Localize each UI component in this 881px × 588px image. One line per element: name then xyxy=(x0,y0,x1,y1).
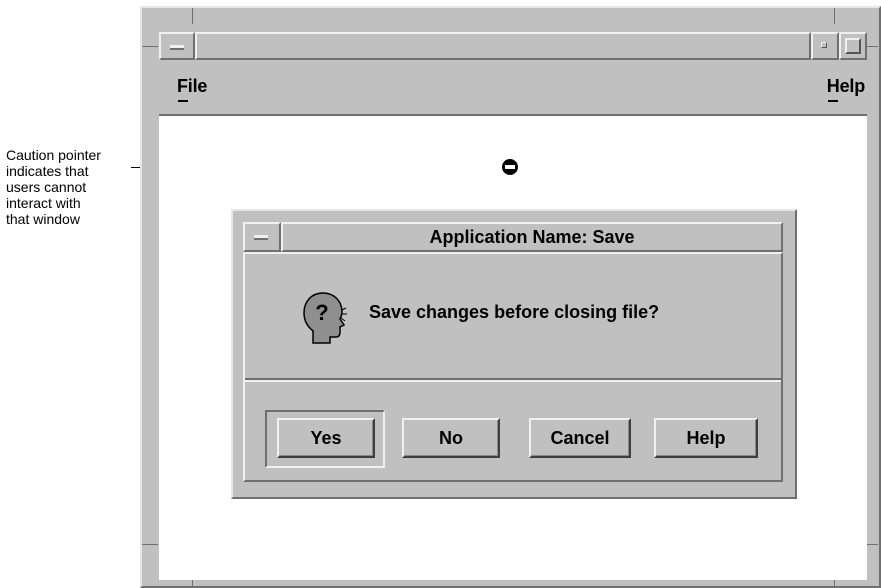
question-glyph: ? xyxy=(315,300,328,325)
annotation-line: users cannot xyxy=(6,179,87,195)
caution-pointer-icon xyxy=(502,159,518,175)
annotation-line: interact with xyxy=(6,195,81,211)
mnemonic-underline xyxy=(827,100,838,102)
maximize-icon xyxy=(845,38,861,54)
dialog-title[interactable]: Application Name: Save xyxy=(281,222,783,252)
frame-resize-tick[interactable] xyxy=(192,8,193,24)
yes-button[interactable]: Yes xyxy=(277,418,375,458)
menu-file[interactable]: File xyxy=(177,76,208,102)
button-area: Yes No Cancel Help xyxy=(245,384,781,480)
dialog-body: ? Save changes before closing file? Yes … xyxy=(243,252,783,482)
minimize-button[interactable] xyxy=(811,32,839,60)
annotation-line: that window xyxy=(6,211,80,227)
annotation-caption: Caution pointer indicates that users can… xyxy=(6,147,141,227)
no-button[interactable]: No xyxy=(402,418,500,458)
menu-help[interactable]: Help xyxy=(826,76,865,102)
dialog-titlebar: Application Name: Save xyxy=(243,222,783,252)
dialog-message: Save changes before closing file? xyxy=(369,302,660,322)
window-menu-button[interactable] xyxy=(159,32,195,60)
maximize-button[interactable] xyxy=(839,32,867,60)
frame-resize-tick[interactable] xyxy=(142,544,158,545)
window-menu-icon xyxy=(254,235,268,240)
window-menu-icon xyxy=(170,45,184,50)
menu-help-label: Help xyxy=(826,76,865,96)
annotation-line: Caution pointer xyxy=(6,147,101,163)
save-dialog: Application Name: Save ? Save changes be… xyxy=(231,209,797,499)
frame-resize-tick[interactable] xyxy=(142,46,158,47)
menu-file-label: File xyxy=(177,76,208,96)
question-head-icon: ? xyxy=(303,292,347,344)
menubar: File Help xyxy=(159,60,867,116)
message-area: ? Save changes before closing file? xyxy=(245,254,781,382)
mnemonic-underline xyxy=(178,100,188,102)
annotation-line: indicates that xyxy=(6,163,89,179)
dialog-window-menu-button[interactable] xyxy=(243,222,281,252)
frame-resize-tick[interactable] xyxy=(834,8,835,24)
main-titlebar xyxy=(159,32,867,60)
main-window-title[interactable] xyxy=(195,32,811,60)
minimize-icon xyxy=(821,42,827,48)
help-button[interactable]: Help xyxy=(654,418,758,458)
cancel-button[interactable]: Cancel xyxy=(529,418,631,458)
